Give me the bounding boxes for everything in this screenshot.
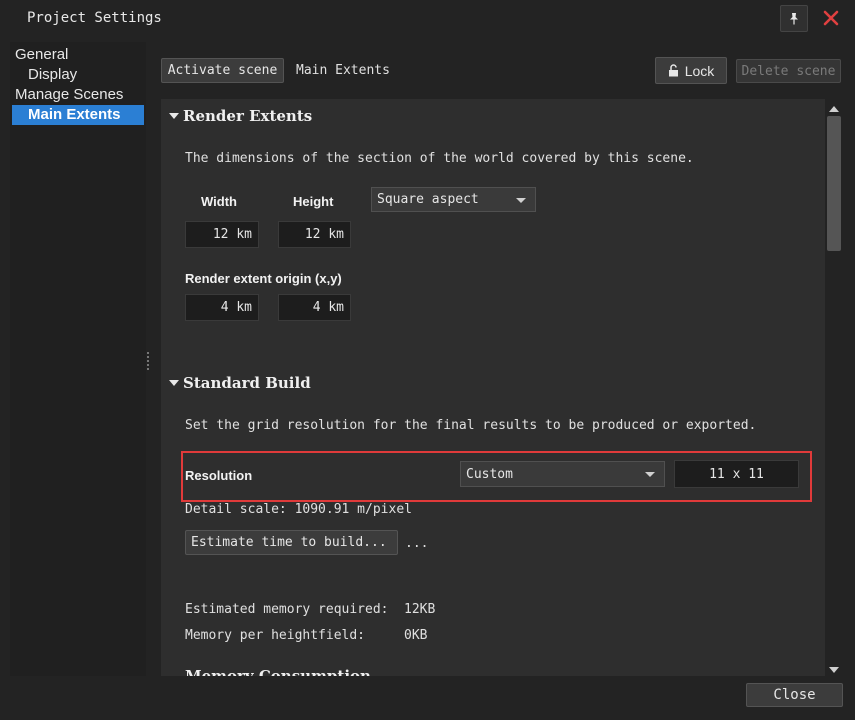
lock-button[interactable]: Lock <box>655 57 727 84</box>
resolution-mode-select[interactable]: Custom <box>460 461 665 487</box>
activate-scene-button[interactable]: Activate scene <box>161 58 284 83</box>
dropdown-caret-icon <box>645 472 655 477</box>
scroll-down-arrow-icon[interactable] <box>829 663 839 678</box>
collapse-triangle-icon <box>169 113 179 119</box>
render-extents-title: Render Extents <box>183 107 313 125</box>
resolution-mode-value: Custom <box>466 466 513 482</box>
resolution-label: Resolution <box>185 468 253 483</box>
collapse-triangle-icon <box>169 380 179 386</box>
memory-required-value: 12KB <box>404 602 436 617</box>
pin-button[interactable] <box>780 5 808 32</box>
origin-label: Render extent origin (x,y) <box>185 271 342 286</box>
height-field[interactable]: 12 km <box>278 221 351 248</box>
detail-scale-text: Detail scale: 1090.91 m/pixel <box>185 502 412 517</box>
scroll-up-arrow-icon[interactable] <box>829 102 839 117</box>
render-extents-description: The dimensions of the section of the wor… <box>185 151 694 166</box>
memory-per-heightfield-label: Memory per heightfield: <box>185 628 366 643</box>
scene-name-label: Main Extents <box>296 63 390 78</box>
height-label: Height <box>293 194 334 209</box>
window-title: Project Settings <box>27 10 162 26</box>
aspect-select[interactable]: Square aspect <box>371 187 536 212</box>
standard-build-title: Standard Build <box>183 374 311 392</box>
resolution-value-field[interactable]: 11 x 11 <box>674 460 799 488</box>
origin-x-field[interactable]: 4 km <box>185 294 259 321</box>
scrollbar-thumb[interactable] <box>827 116 841 251</box>
aspect-select-value: Square aspect <box>377 192 479 207</box>
width-field[interactable]: 12 km <box>185 221 259 248</box>
sidebar-item-manage-scenes[interactable]: Manage Scenes <box>15 85 123 105</box>
width-label: Width <box>201 194 237 209</box>
standard-build-description: Set the grid resolution for the final re… <box>185 418 757 433</box>
splitter-handle[interactable] <box>147 352 150 374</box>
close-window-button[interactable] <box>820 4 842 32</box>
unlock-icon <box>668 64 678 77</box>
pin-icon <box>790 12 798 24</box>
origin-y-field[interactable]: 4 km <box>278 294 351 321</box>
render-extents-header[interactable]: Render Extents <box>169 107 312 125</box>
lock-label: Lock <box>684 62 715 79</box>
settings-panel: Render Extents The dimensions of the sec… <box>161 99 843 676</box>
sidebar <box>10 42 146 676</box>
estimate-time-button[interactable]: Estimate time to build... <box>185 530 398 555</box>
dropdown-caret-icon <box>516 198 526 203</box>
delete-scene-button[interactable]: Delete scene <box>736 59 841 83</box>
sidebar-item-main-extents[interactable]: Main Extents <box>12 105 144 125</box>
memory-required-label: Estimated memory required: <box>185 602 389 617</box>
close-button[interactable]: Close <box>746 683 843 707</box>
standard-build-header[interactable]: Standard Build <box>169 374 311 392</box>
sidebar-item-general[interactable]: General <box>15 45 68 65</box>
estimate-result-text: ... <box>405 536 429 551</box>
sidebar-item-display[interactable]: Display <box>28 65 77 85</box>
memory-per-heightfield-value: 0KB <box>404 628 428 643</box>
memory-consumption-header-partial: Memory Consumption <box>185 667 371 676</box>
close-icon <box>823 10 839 26</box>
